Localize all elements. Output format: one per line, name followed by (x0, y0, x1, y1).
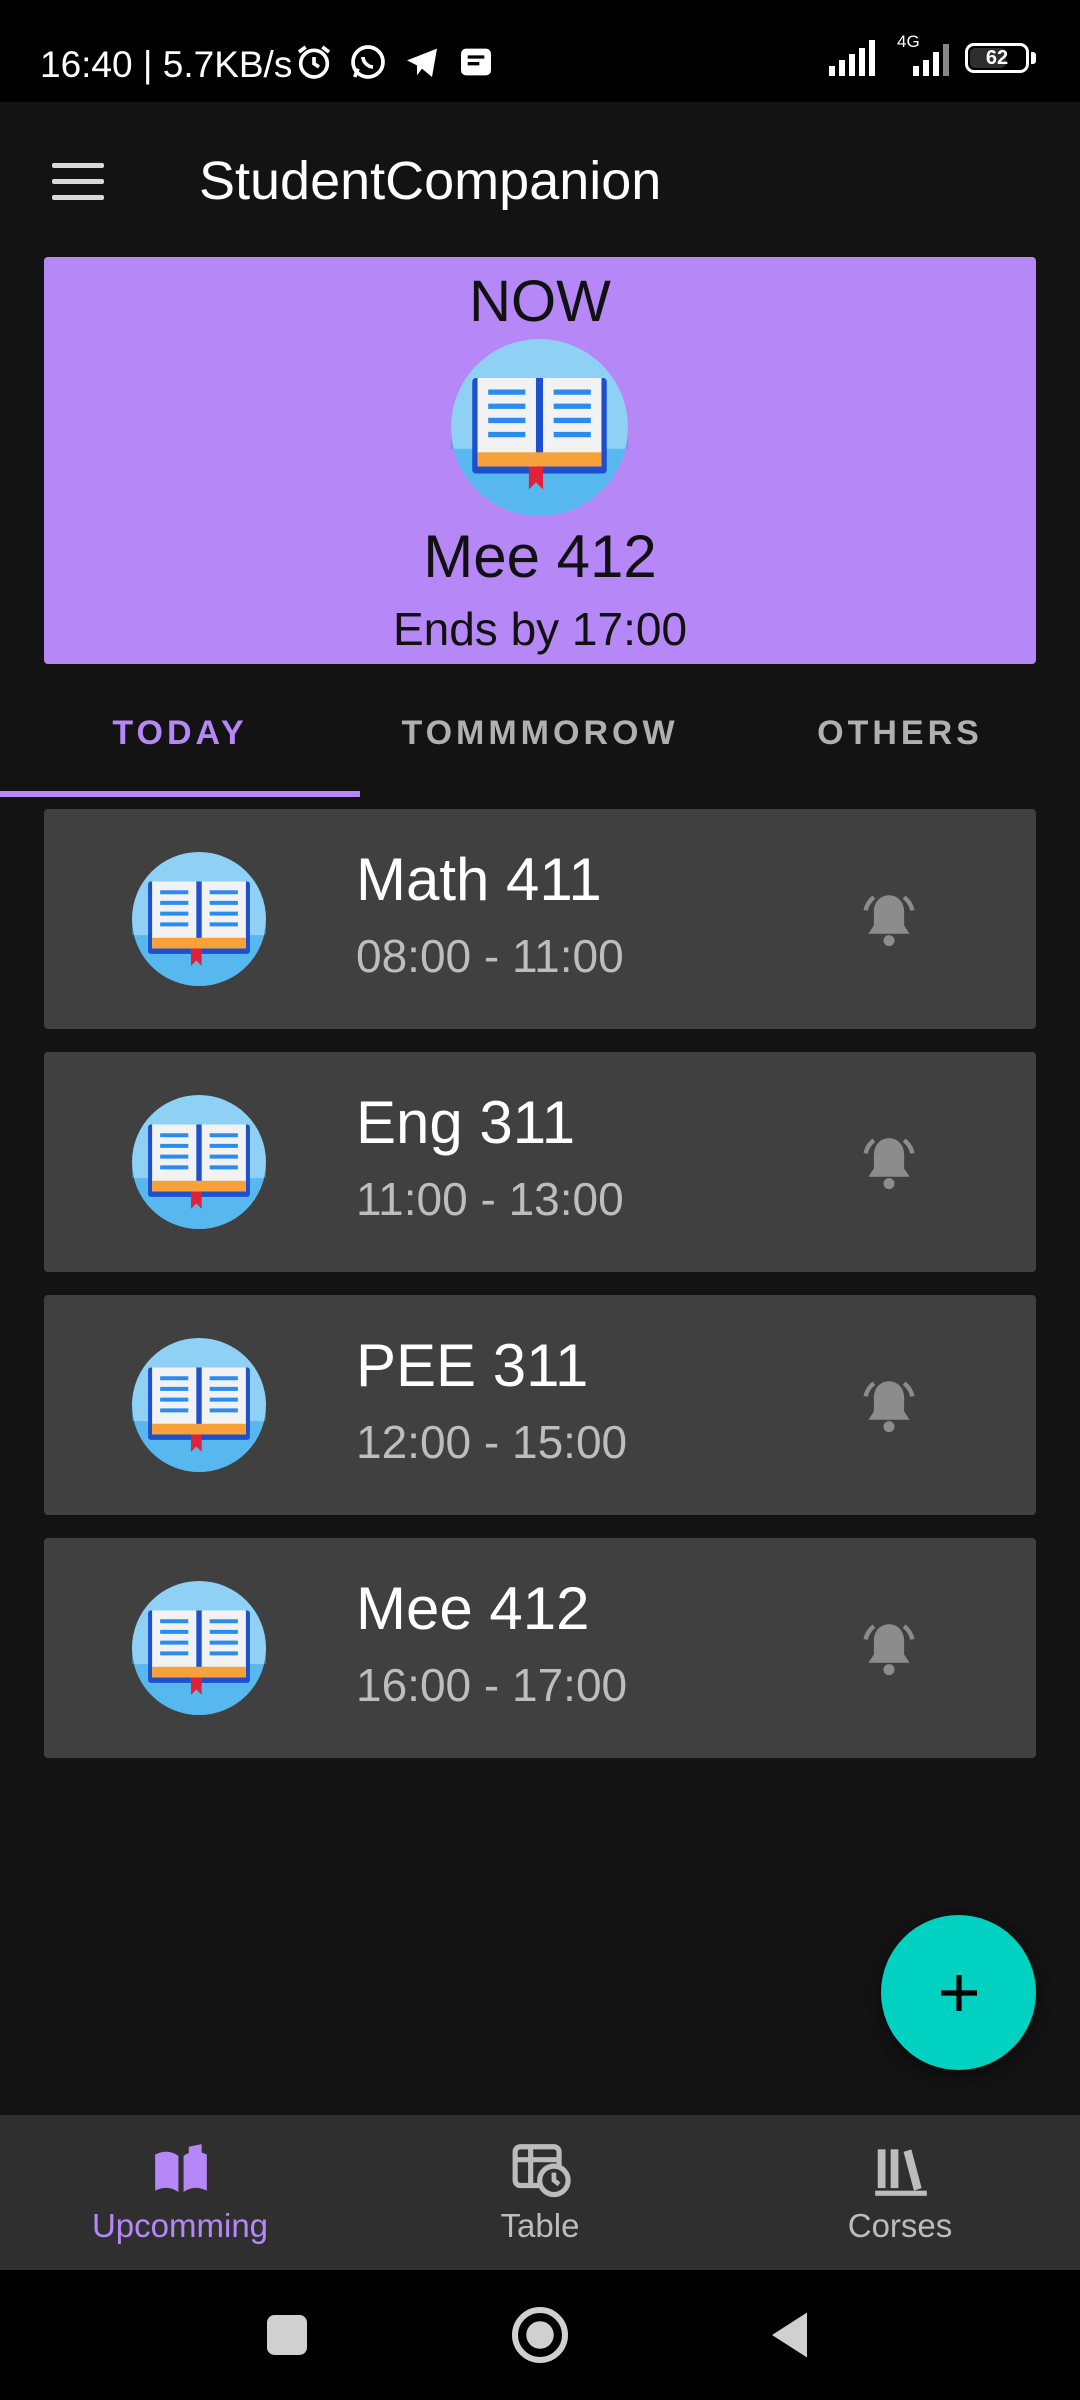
class-row[interactable]: Math 411 08:00 - 11:00 (44, 809, 1036, 1029)
status-bar: 16:40 | 5.7KB/s 4G 62 (0, 0, 1080, 102)
add-class-button[interactable] (881, 1915, 1036, 2070)
open-book-icon (155, 2144, 207, 2192)
bell-alarm-icon[interactable] (856, 887, 922, 953)
notification-icons (294, 42, 496, 82)
class-time: 11:00 - 13:00 (356, 1173, 624, 1225)
nav-upcomming[interactable]: Upcomming (0, 2115, 360, 2270)
class-row[interactable]: PEE 311 12:00 - 15:00 (44, 1295, 1036, 1515)
open-book-icon (132, 1581, 266, 1715)
signal-4g-icon: 4G (893, 32, 953, 76)
battery-percent: 62 (985, 46, 1009, 69)
bell-alarm-icon[interactable] (856, 1130, 922, 1196)
now-ends-time: Ends by 17:00 (392, 603, 688, 655)
recents-button[interactable] (257, 2305, 317, 2365)
class-time: 08:00 - 11:00 (356, 930, 624, 982)
status-time: 16:40 | 5.7KB/s (40, 44, 293, 85)
open-book-icon (132, 852, 266, 986)
now-label: NOW (469, 269, 611, 334)
day-tabs: TODAY TOMMMOROW OTHERS (0, 690, 1080, 798)
table-clock-icon (512, 2144, 571, 2198)
back-button[interactable] (762, 2305, 822, 2365)
battery-cap (1031, 52, 1036, 64)
class-title: Eng 311 (356, 1089, 576, 1156)
home-button[interactable] (510, 2305, 570, 2365)
nav-corses[interactable]: Corses (720, 2115, 1080, 2270)
tab-today[interactable]: TODAY (0, 690, 360, 790)
system-navigation-bar (0, 2270, 1080, 2400)
class-title: PEE 311 (356, 1332, 589, 1399)
app-title: StudentCompanion (199, 151, 662, 211)
class-row[interactable]: Eng 311 11:00 - 13:00 (44, 1052, 1036, 1272)
tab-others[interactable]: OTHERS (720, 690, 1080, 790)
class-time: 16:00 - 17:00 (356, 1659, 628, 1711)
class-title: Math 411 (356, 846, 602, 913)
nav-label: Upcomming (91, 2207, 269, 2244)
open-book-icon (451, 339, 628, 516)
books-icon (875, 2149, 927, 2196)
nav-label: Table (500, 2207, 580, 2244)
tab-tomorrow[interactable]: TOMMMOROW (360, 690, 720, 790)
telegram-icon (407, 48, 437, 77)
plus-icon (940, 1974, 977, 2011)
nav-table[interactable]: Table (360, 2115, 720, 2270)
open-book-icon (132, 1338, 266, 1472)
hamburger-menu-icon[interactable] (52, 163, 104, 200)
class-row[interactable]: Mee 412 16:00 - 17:00 (44, 1538, 1036, 1758)
bottom-navigation: Upcomming Table Corses (0, 2115, 1080, 2270)
bell-alarm-icon[interactable] (856, 1373, 922, 1439)
nav-label: Corses (847, 2207, 953, 2244)
class-title: Mee 412 (356, 1575, 590, 1642)
tab-indicator (0, 791, 360, 797)
system-status: 4G 62 (829, 32, 1036, 76)
network-type: 4G (897, 32, 920, 51)
open-book-icon (132, 1095, 266, 1229)
whatsapp-icon (351, 45, 385, 79)
now-course: Mee 412 (423, 523, 657, 590)
alarm-icon (297, 45, 331, 79)
message-icon (461, 48, 491, 76)
battery-icon: 62 (965, 43, 1029, 73)
signal-icon (829, 40, 875, 76)
bell-alarm-icon[interactable] (856, 1616, 922, 1682)
class-time: 12:00 - 15:00 (356, 1416, 628, 1468)
